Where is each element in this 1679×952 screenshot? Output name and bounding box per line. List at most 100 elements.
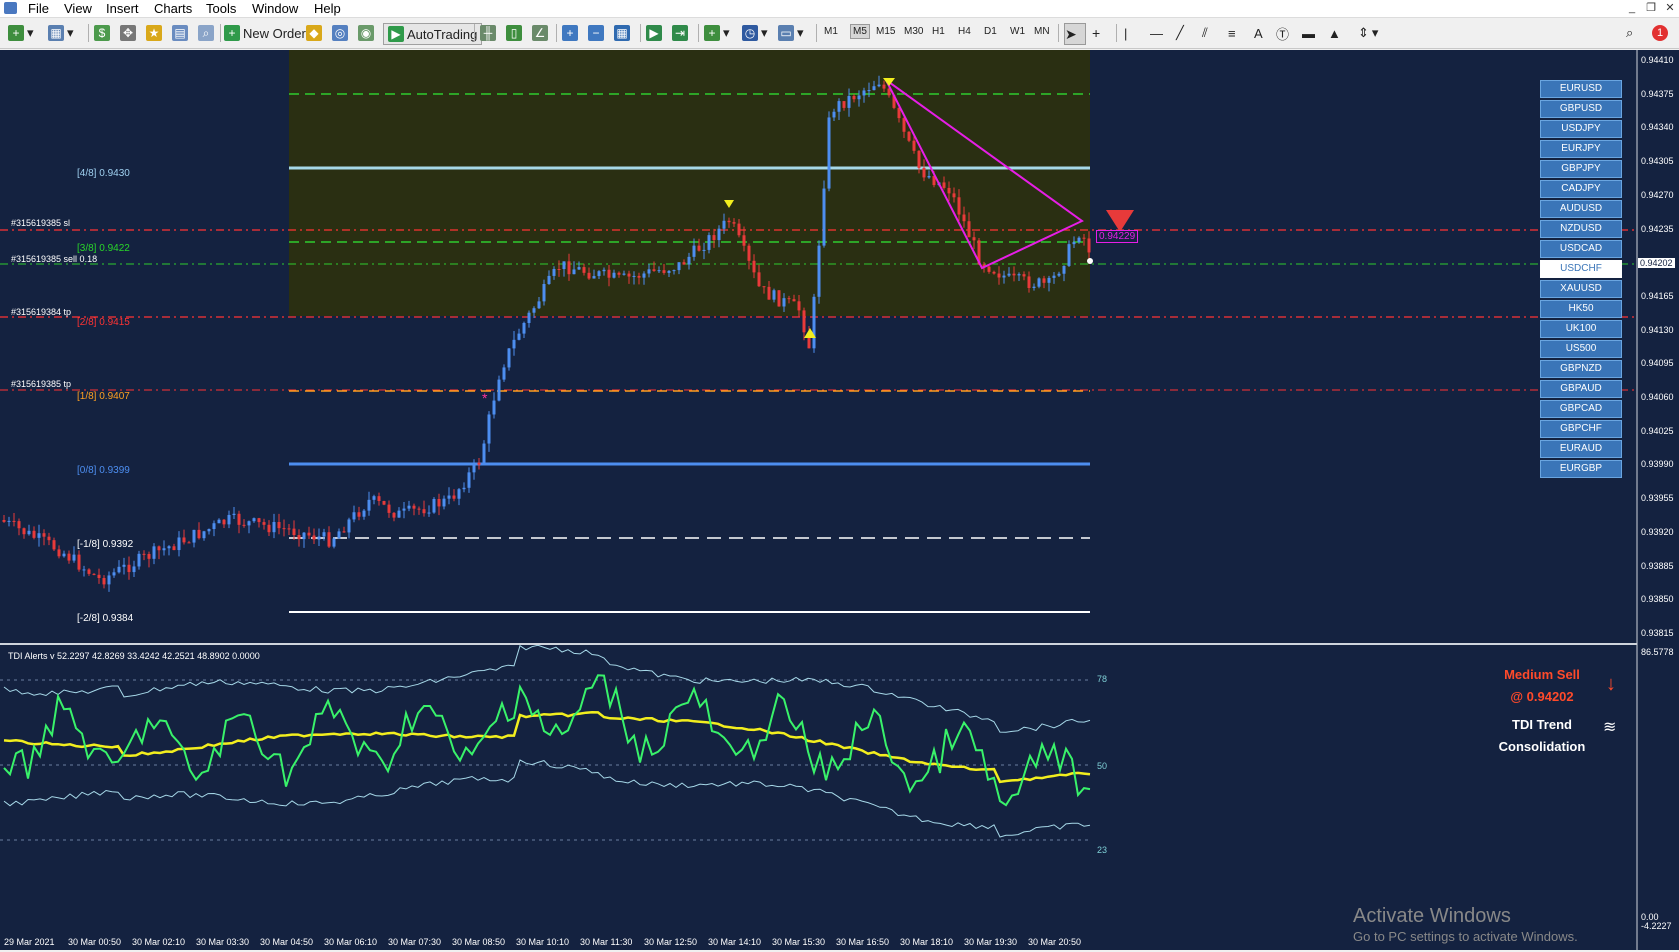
candle-body (637, 275, 641, 278)
favorites-button[interactable]: ★ (146, 23, 166, 43)
pair-button-uk100[interactable]: UK100 (1540, 320, 1622, 338)
pair-button-eurgbp[interactable]: EURGBP (1540, 460, 1622, 478)
pair-button-gbpaud[interactable]: GBPAUD (1540, 380, 1622, 398)
pair-button-gbpchf[interactable]: GBPCHF (1540, 420, 1622, 438)
candle-body (367, 499, 371, 511)
minimize-button[interactable]: _ (1624, 1, 1640, 15)
arrows-tool[interactable]: ⇕ ▾ (1358, 23, 1378, 43)
candle-body (422, 509, 426, 514)
pair-button-eurjpy[interactable]: EURJPY (1540, 140, 1622, 158)
candle-body (547, 275, 551, 285)
text-label-tool[interactable]: Ⓣ (1276, 23, 1296, 43)
pair-button-gbpcad[interactable]: GBPCAD (1540, 400, 1622, 418)
timeframe-w1[interactable]: W1 (1010, 26, 1025, 37)
zoom-in-button[interactable]: + (562, 23, 582, 43)
price-chart[interactable]: * (0, 50, 1679, 950)
timeframe-h4[interactable]: H4 (958, 26, 971, 37)
candle-body (87, 569, 91, 574)
candle-body (487, 414, 491, 444)
notifications-button[interactable]: 1 (1652, 23, 1672, 43)
pair-button-xauusd[interactable]: XAUUSD (1540, 280, 1622, 298)
meta-editor-button[interactable]: ◆ (306, 23, 326, 43)
chart-shift-button[interactable]: ⇥ (672, 23, 692, 43)
market-watch-button[interactable]: $ (94, 23, 114, 43)
tester-button[interactable]: ⌕ (198, 23, 218, 43)
search-button[interactable]: ⌕ (1626, 23, 1646, 43)
horizontal-line-tool[interactable]: — (1150, 23, 1170, 43)
pair-button-cadjpy[interactable]: CADJPY (1540, 180, 1622, 198)
pair-button-gbpnzd[interactable]: GBPNZD (1540, 360, 1622, 378)
new-order-button[interactable]: + New Order (224, 23, 306, 43)
pair-button-usdcad[interactable]: USDCAD (1540, 240, 1622, 258)
crosshair-tool[interactable]: + (1092, 23, 1112, 43)
new-chart-button[interactable]: + ▾ (8, 23, 34, 43)
triangle-tool[interactable]: ▲ (1328, 23, 1348, 43)
timeframe-h1[interactable]: H1 (932, 26, 945, 37)
pair-button-us500[interactable]: US500 (1540, 340, 1622, 358)
fibonacci-tool[interactable]: ≡ (1228, 23, 1248, 43)
price-scale-label: 0.94202 (1638, 258, 1675, 268)
pair-button-eurusd[interactable]: EURUSD (1540, 80, 1622, 98)
market-button[interactable]: ◉ (358, 23, 378, 43)
navigator-button[interactable]: ✥ (120, 23, 140, 43)
pair-button-hk50[interactable]: HK50 (1540, 300, 1622, 318)
channel-tool[interactable]: ⫽ (1202, 23, 1222, 43)
vertical-line-tool[interactable]: | (1124, 23, 1144, 43)
tile-button[interactable]: ▦ (614, 23, 634, 43)
profiles-button[interactable]: ▦ ▾ (48, 23, 74, 43)
candle-body (492, 400, 496, 415)
menu-help[interactable]: Help (314, 1, 341, 16)
autotrading-button[interactable]: ▶ AutoTrading (383, 23, 483, 45)
bar-chart-button[interactable]: ╫ (480, 23, 500, 43)
pair-button-gbpjpy[interactable]: GBPJPY (1540, 160, 1622, 178)
candle-body (702, 249, 706, 251)
autoscroll-button[interactable]: ▶ (646, 23, 666, 43)
trendline-tool[interactable]: ╱ (1176, 23, 1196, 43)
pair-button-usdchf[interactable]: USDCHF (1540, 260, 1622, 278)
candle-body (882, 84, 886, 89)
candle-body (62, 553, 66, 557)
menu-charts[interactable]: Charts (154, 1, 192, 16)
timeframe-d1[interactable]: D1 (984, 26, 997, 37)
candle-body (112, 572, 116, 576)
menu-insert[interactable]: Insert (106, 1, 139, 16)
restore-button[interactable]: ❐ (1643, 1, 1659, 15)
panel-separator[interactable] (0, 643, 1637, 645)
templates-button[interactable]: ▭ ▾ (778, 23, 804, 43)
pair-button-nzdusd[interactable]: NZDUSD (1540, 220, 1622, 238)
terminal-button[interactable]: ▤ (172, 23, 192, 43)
menu-window[interactable]: Window (252, 1, 298, 16)
candle-body (927, 176, 931, 178)
periods-button[interactable]: ◷ ▾ (742, 23, 768, 43)
indicators-button[interactable]: + ▾ (704, 23, 730, 43)
text-tool[interactable]: A (1254, 23, 1274, 43)
candle-body (632, 275, 636, 277)
pair-button-gbpusd[interactable]: GBPUSD (1540, 100, 1622, 118)
pair-button-euraud[interactable]: EURAUD (1540, 440, 1622, 458)
timeframe-m5[interactable]: M5 (850, 24, 870, 39)
menu-view[interactable]: View (64, 1, 92, 16)
zoom-out-button[interactable]: − (588, 23, 608, 43)
candle-body (102, 578, 106, 585)
timeframe-m15[interactable]: M15 (876, 26, 895, 37)
candle-body (122, 564, 126, 567)
pair-button-usdjpy[interactable]: USDJPY (1540, 120, 1622, 138)
pair-button-audusd[interactable]: AUDUSD (1540, 200, 1622, 218)
candle-body (827, 117, 831, 189)
timeframe-mn[interactable]: MN (1034, 26, 1050, 37)
text-tool-icon: A (1254, 25, 1263, 41)
candlestick-button[interactable]: ▯ (506, 23, 526, 43)
timeframe-m30[interactable]: M30 (904, 26, 923, 37)
cursor-tool[interactable]: ➤ (1064, 23, 1086, 45)
menu-tools[interactable]: Tools (206, 1, 236, 16)
timeframe-m1[interactable]: M1 (824, 26, 838, 37)
close-button[interactable]: ✕ (1662, 1, 1678, 15)
candle-body (267, 524, 271, 533)
order-tp-label-2: #315619385 tp (11, 379, 72, 389)
chart-window[interactable]: * (0, 50, 1679, 950)
line-chart-button[interactable]: ∠ (532, 23, 552, 43)
signals-button[interactable]: ◎ (332, 23, 352, 43)
price-scale-label: 0.93885 (1641, 560, 1674, 571)
menu-file[interactable]: File (28, 1, 49, 16)
rectangle-tool[interactable]: ▬ (1302, 23, 1322, 43)
